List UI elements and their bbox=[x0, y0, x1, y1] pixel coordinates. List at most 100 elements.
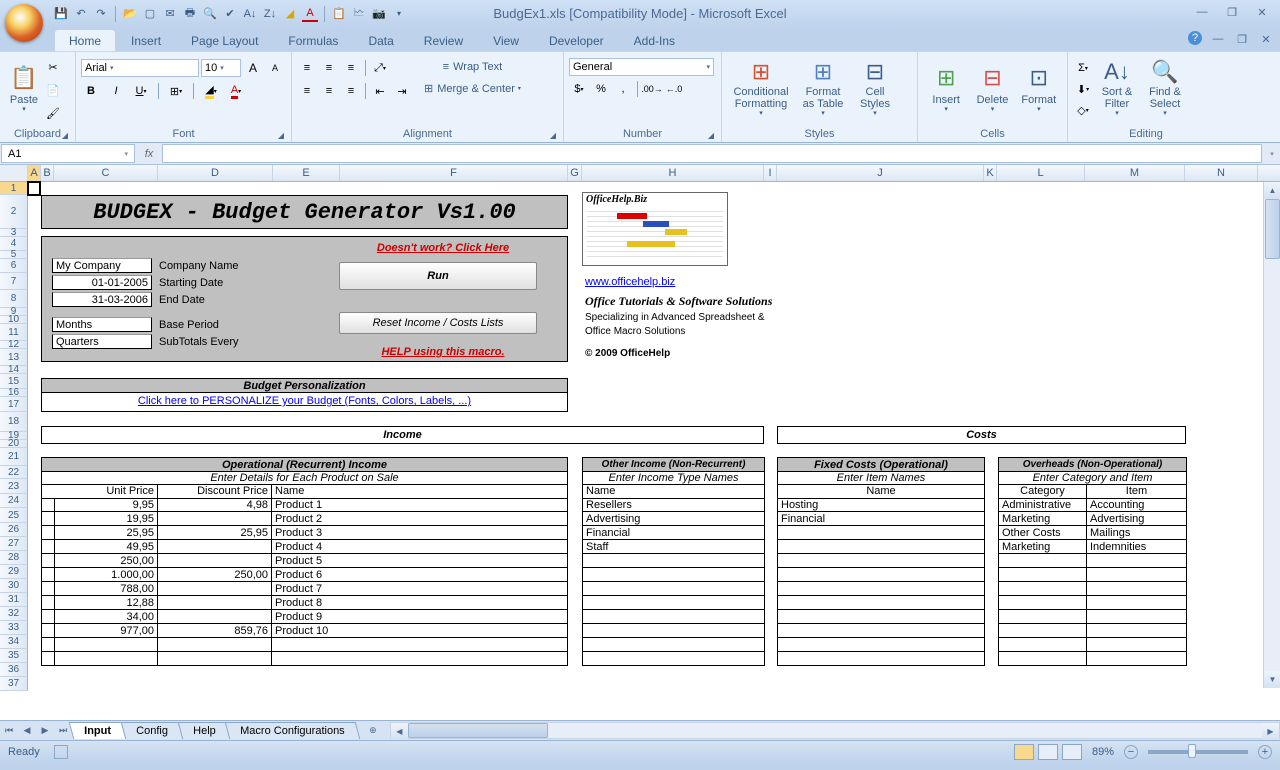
underline-icon[interactable]: U▾ bbox=[131, 81, 151, 101]
align-middle-icon[interactable]: ≡ bbox=[319, 58, 339, 78]
sort-desc-icon[interactable]: Z↓ bbox=[262, 6, 278, 22]
row-27[interactable]: 27 bbox=[0, 537, 28, 551]
quickprint-icon[interactable]: 🖶 bbox=[182, 6, 198, 22]
insert-cells-button[interactable]: ⊞Insert▾ bbox=[923, 55, 969, 121]
table-cell[interactable] bbox=[582, 596, 765, 610]
table-cell[interactable] bbox=[777, 624, 985, 638]
row-29[interactable]: 29 bbox=[0, 565, 28, 579]
qat-more-icon[interactable]: ▾ bbox=[391, 6, 407, 22]
table-cell[interactable]: Product 1 bbox=[271, 498, 568, 512]
table-cell[interactable] bbox=[998, 638, 1087, 652]
table-cell[interactable] bbox=[41, 554, 55, 568]
align-bottom-icon[interactable]: ≡ bbox=[341, 58, 361, 78]
grow-font-icon[interactable]: A bbox=[243, 58, 263, 78]
fx-icon[interactable]: fx bbox=[136, 148, 162, 160]
table-cell[interactable]: 19,95 bbox=[54, 512, 158, 526]
new-icon[interactable]: ▢ bbox=[142, 6, 158, 22]
row-24[interactable]: 24 bbox=[0, 494, 28, 508]
table-cell[interactable]: Product 3 bbox=[271, 526, 568, 540]
reset-button[interactable]: Reset Income / Costs Lists bbox=[339, 312, 537, 334]
worksheet-grid[interactable]: A B C D E F G H I J K L M N 123456789101… bbox=[0, 165, 1280, 720]
table-cell[interactable] bbox=[157, 652, 272, 666]
tab-formulas[interactable]: Formulas bbox=[274, 30, 352, 51]
table-cell[interactable]: 1.000,00 bbox=[54, 568, 158, 582]
table-cell[interactable]: Marketing bbox=[998, 540, 1087, 554]
sort-asc-icon[interactable]: A↓ bbox=[242, 6, 258, 22]
row-37[interactable]: 37 bbox=[0, 677, 28, 691]
table-cell[interactable]: Product 6 bbox=[271, 568, 568, 582]
row-23[interactable]: 23 bbox=[0, 479, 28, 494]
tab-nav-prev-icon[interactable]: ◀ bbox=[18, 722, 36, 740]
row-34[interactable]: 34 bbox=[0, 635, 28, 649]
table-cell[interactable] bbox=[157, 610, 272, 624]
italic-icon[interactable]: I bbox=[106, 81, 126, 101]
row-31[interactable]: 31 bbox=[0, 593, 28, 607]
table-cell[interactable]: 34,00 bbox=[54, 610, 158, 624]
scroll-left-icon[interactable]: ◀ bbox=[391, 723, 408, 740]
table-cell[interactable] bbox=[157, 554, 272, 568]
tab-developer[interactable]: Developer bbox=[535, 30, 618, 51]
table-cell[interactable]: 250,00 bbox=[157, 568, 272, 582]
table-cell[interactable] bbox=[1086, 582, 1187, 596]
table-cell[interactable] bbox=[157, 540, 272, 554]
table-cell[interactable] bbox=[998, 554, 1087, 568]
percent-icon[interactable]: % bbox=[591, 79, 611, 99]
col-N[interactable]: N bbox=[1185, 165, 1258, 181]
col-H[interactable]: H bbox=[582, 165, 764, 181]
table-cell[interactable] bbox=[777, 568, 985, 582]
zoom-level[interactable]: 89% bbox=[1092, 746, 1114, 758]
align-right-icon[interactable]: ≡ bbox=[341, 81, 361, 101]
fill-color-icon[interactable]: ◢ bbox=[282, 6, 298, 22]
table-cell[interactable] bbox=[998, 610, 1087, 624]
table-cell[interactable] bbox=[41, 638, 55, 652]
spelling-icon[interactable]: ✔ bbox=[222, 6, 238, 22]
shrink-font-icon[interactable]: A bbox=[265, 58, 285, 78]
format-as-table-button[interactable]: ⊞Format as Table▾ bbox=[795, 55, 851, 121]
table-cell[interactable]: 25,95 bbox=[157, 526, 272, 540]
row-26[interactable]: 26 bbox=[0, 523, 28, 537]
help-icon[interactable]: ? bbox=[1188, 31, 1202, 45]
printpreview-icon[interactable]: 🔍 bbox=[202, 6, 218, 22]
new-sheet-icon[interactable]: ⊕ bbox=[364, 722, 382, 740]
align-left-icon[interactable]: ≡ bbox=[297, 81, 317, 101]
table-cell[interactable] bbox=[41, 568, 55, 582]
macro-record-icon[interactable] bbox=[54, 745, 68, 759]
table-cell[interactable] bbox=[1086, 554, 1187, 568]
doc-minimize-icon[interactable]: — bbox=[1210, 31, 1226, 47]
table-cell[interactable] bbox=[1086, 652, 1187, 666]
table-cell[interactable] bbox=[54, 652, 158, 666]
col-D[interactable]: D bbox=[158, 165, 273, 181]
zoom-in-icon[interactable]: + bbox=[1258, 745, 1272, 759]
table-cell[interactable]: Product 5 bbox=[271, 554, 568, 568]
table-cell[interactable]: 250,00 bbox=[54, 554, 158, 568]
open-icon[interactable]: 📂 bbox=[122, 6, 138, 22]
align-top-icon[interactable]: ≡ bbox=[297, 58, 317, 78]
wrap-text-button[interactable]: ≡Wrap Text bbox=[420, 58, 525, 76]
table-cell[interactable]: Mailings bbox=[1086, 526, 1187, 540]
horizontal-scrollbar[interactable]: ◀ ▶ bbox=[390, 722, 1280, 739]
row-10[interactable]: 10 bbox=[0, 316, 28, 324]
col-G[interactable]: G bbox=[568, 165, 582, 181]
table-cell[interactable]: 788,00 bbox=[54, 582, 158, 596]
name-box[interactable]: A1▾ bbox=[1, 144, 135, 163]
fill-color-icon[interactable]: ◢▾ bbox=[201, 81, 221, 101]
font-size-combo[interactable]: 10▾ bbox=[201, 59, 241, 77]
table-cell[interactable]: Marketing bbox=[998, 512, 1087, 526]
row-35[interactable]: 35 bbox=[0, 649, 28, 663]
table-cell[interactable] bbox=[777, 638, 985, 652]
mail-icon[interactable]: ✉ bbox=[162, 6, 178, 22]
table-cell[interactable]: Product 7 bbox=[271, 582, 568, 596]
restore-icon[interactable]: ❐ bbox=[1220, 4, 1244, 20]
scroll-up-icon[interactable]: ▲ bbox=[1264, 182, 1280, 199]
zoom-slider[interactable] bbox=[1148, 750, 1248, 754]
font-name-combo[interactable]: Arial▾ bbox=[81, 59, 199, 77]
tab-nav-first-icon[interactable]: ⏮ bbox=[0, 722, 18, 740]
close-icon[interactable]: ✕ bbox=[1250, 4, 1274, 20]
table-cell[interactable] bbox=[582, 554, 765, 568]
tab-review[interactable]: Review bbox=[410, 30, 477, 51]
row-17[interactable]: 17 bbox=[0, 397, 28, 412]
format-cells-button[interactable]: ⊡Format▾ bbox=[1016, 55, 1062, 121]
table-cell[interactable]: Staff bbox=[582, 540, 765, 554]
table-cell[interactable]: 859,76 bbox=[157, 624, 272, 638]
personalize-link[interactable]: Click here to PERSONALIZE your Budget (F… bbox=[41, 395, 568, 407]
